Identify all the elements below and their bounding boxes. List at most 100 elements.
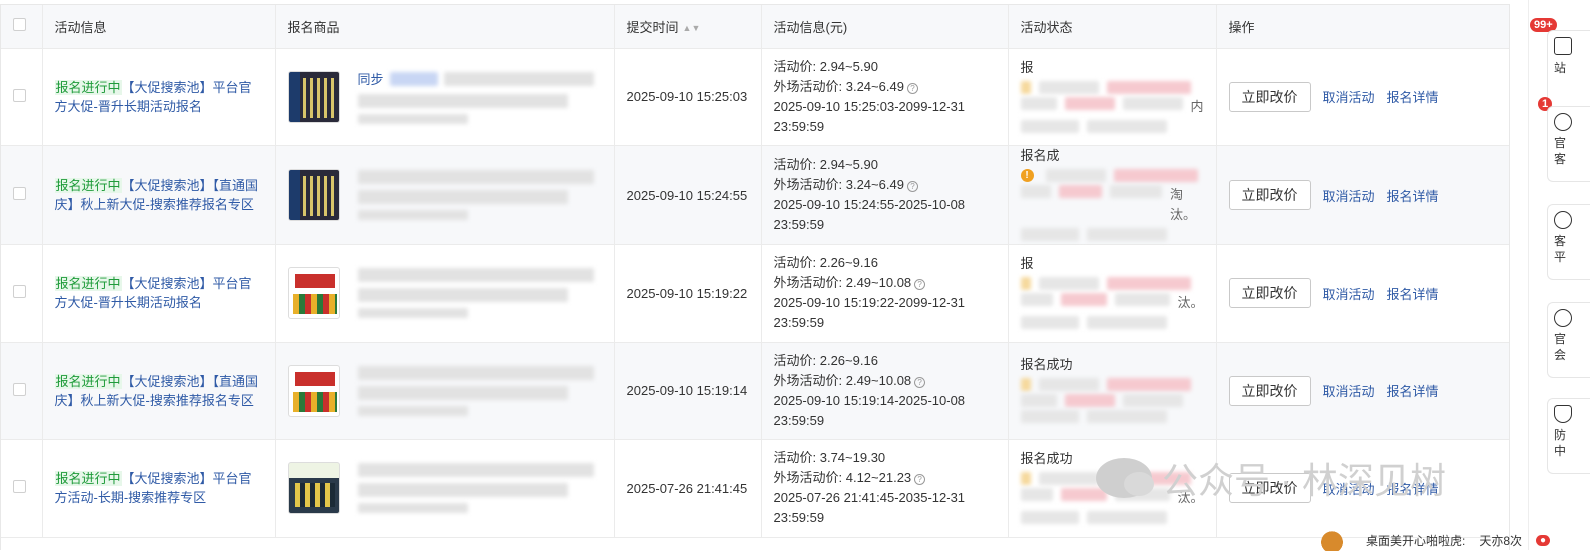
status-text: 报 — [1020, 256, 1034, 272]
row-select-cell — [1, 244, 43, 343]
help-icon[interactable]: ? — [914, 376, 926, 388]
product-thumbnail[interactable] — [287, 267, 340, 320]
help-icon[interactable]: ? — [906, 181, 918, 192]
activity-price-cell: 活动价: 2.26~9.16 外场活动价: 2.49~10.08? 2025-0… — [761, 244, 1009, 343]
cancel-activity-link[interactable]: 取消活动 — [1323, 87, 1375, 106]
select-all-checkbox[interactable] — [13, 18, 26, 32]
row-checkbox[interactable] — [13, 88, 26, 102]
submit-time-cell: 2025-07-26 21:41:45 — [614, 439, 762, 538]
submit-time: 2025-09-10 15:25:03 — [626, 89, 748, 105]
sidebar-item-5[interactable]: 防 中 — [1547, 398, 1590, 474]
activity-info[interactable]: 报名进行中【大促搜索池】平台官方大促-晋升长期活动报名 — [54, 274, 263, 312]
status-cell: 报 内 — [1008, 48, 1217, 146]
registration-details-link[interactable]: 报名详情 — [1387, 381, 1439, 400]
submit-time: 2025-09-10 15:19:22 — [626, 285, 748, 301]
activity-price: 活动价: 2.26~9.16 — [773, 352, 878, 368]
product-thumbnail[interactable] — [287, 70, 340, 123]
product-cell — [275, 342, 615, 440]
activity-price: 活动价: 2.26~9.16 — [773, 255, 878, 271]
product-cell: 同步 — [275, 48, 615, 146]
help-icon[interactable]: ? — [914, 279, 926, 291]
activity-period: 2025-07-26 21:41:45-2035-12-31 23:59:59 — [773, 490, 966, 526]
activity-info[interactable]: 报名进行中【大促搜索池】平台官方大促-晋升长期活动报名 — [54, 78, 263, 116]
cancel-activity-link[interactable]: 取消活动 — [1323, 284, 1375, 303]
chat-icon — [1554, 211, 1572, 229]
activity-price-cell: 活动价: 2.94~5.90 外场活动价: 3.24~6.49? 2025-09… — [761, 145, 1009, 245]
robot-icon — [1554, 113, 1572, 131]
bottom-strip-pill-icon[interactable]: ● — [1536, 534, 1551, 546]
status-cell: 报名成 ! 淘汰。 — [1008, 145, 1217, 245]
row-checkbox[interactable] — [13, 480, 26, 494]
actions-cell: 立即改价 取消活动 报名详情 — [1216, 145, 1509, 245]
submit-time-cell: 2025-09-10 15:25:03 — [614, 48, 762, 146]
product-cell — [275, 145, 615, 245]
bottom-strip-text: 桌面美开心啪啦虎: — [1366, 533, 1466, 548]
sidebar-item-3[interactable]: 客 平 — [1547, 204, 1590, 280]
change-price-button[interactable]: 立即改价 — [1228, 375, 1311, 406]
submit-time-cell: 2025-09-10 15:19:14 — [614, 342, 762, 440]
status-text: 报 — [1020, 59, 1034, 75]
header-submit-time[interactable]: 提交时间 ▲▼ — [614, 5, 762, 49]
activity-info-cell: 报名进行中【大促搜索池】【直通国庆】秋上新大促-搜索推荐报名专区 — [42, 145, 276, 245]
status-tag: 报名进行中 — [54, 471, 122, 487]
sidebar-item-4-label: 官 会 — [1554, 332, 1567, 362]
activity-price-cell: 活动价: 3.74~19.30 外场活动价: 4.12~21.23? 2025-… — [761, 439, 1009, 538]
product-thumbnail[interactable] — [287, 462, 340, 515]
product-thumbnail[interactable] — [287, 169, 340, 221]
row-checkbox[interactable] — [13, 285, 26, 299]
header-product: 报名商品 — [275, 5, 615, 49]
activity-price-cell: 活动价: 2.26~9.16 外场活动价: 2.49~10.08? 2025-0… — [761, 342, 1009, 440]
sidebar-item-2-label: 官 客 — [1554, 136, 1567, 166]
header-activity-price: 活动信息(元) — [761, 5, 1009, 49]
product-info-redacted — [357, 365, 594, 416]
sidebar-item-2[interactable]: 官 客 — [1547, 106, 1590, 182]
activity-period: 2025-09-10 15:19:14-2025-10-08 23:59:59 — [773, 392, 966, 428]
activity-info[interactable]: 报名进行中【大促搜索池】平台官方活动-长期-搜索推荐专区 — [54, 469, 263, 507]
watermark-text: 公众号 · 林深见树 — [1162, 460, 1446, 501]
change-price-button[interactable]: 立即改价 — [1228, 278, 1311, 309]
activity-period: 2025-09-10 15:24:55-2025-10-08 23:59:59 — [773, 197, 966, 232]
actions-cell: 立即改价 取消活动 报名详情 — [1216, 244, 1509, 343]
row-select-cell — [1, 48, 43, 146]
warning-icon: ! — [1020, 169, 1034, 182]
help-icon[interactable]: ? — [914, 474, 926, 486]
change-price-button[interactable]: 立即改价 — [1228, 81, 1311, 112]
status-tag: 报名进行中 — [54, 79, 122, 95]
bottom-floating-strip: 桌面美开心啪啦虎: 天亦8次 ● — [1312, 529, 1590, 551]
activity-price: 活动价: 3.74~19.30 — [773, 450, 886, 466]
cancel-activity-link[interactable]: 取消活动 — [1323, 186, 1375, 205]
status-text: 报名成 — [1020, 148, 1060, 163]
activity-info-cell: 报名进行中【大促搜索池】【直通国庆】秋上新大促-搜索推荐报名专区 — [42, 342, 276, 440]
registration-details-link[interactable]: 报名详情 — [1387, 87, 1439, 106]
row-checkbox[interactable] — [13, 187, 26, 200]
activity-info[interactable]: 报名进行中【大促搜索池】【直通国庆】秋上新大促-搜索推荐报名专区 — [54, 372, 263, 410]
table-row: 报名进行中【大促搜索池】【直通国庆】秋上新大促-搜索推荐报名专区 2025-09… — [1, 145, 1509, 245]
shield-icon — [1554, 405, 1572, 423]
outside-activity-price: 外场活动价: 4.12~21.23 — [773, 470, 912, 486]
header-activity-info: 活动信息 — [42, 5, 276, 49]
wechat-icon — [1096, 458, 1154, 498]
row-select-cell — [1, 342, 43, 440]
submit-time-cell: 2025-09-10 15:24:55 — [614, 145, 762, 245]
row-checkbox[interactable] — [13, 382, 26, 396]
help-icon[interactable]: ? — [906, 82, 918, 94]
product-title[interactable]: 同步 — [358, 69, 384, 88]
tiger-mascot-icon — [1312, 529, 1352, 551]
sidebar-item-4[interactable]: 官 会 — [1547, 302, 1590, 378]
status-cell: 报 汰。 — [1008, 244, 1217, 343]
table-row: 报名进行中【大促搜索池】平台官方大促-晋升长期活动报名 同步 2025-09-1… — [1, 48, 1509, 146]
outside-activity-price: 外场活动价: 3.24~6.49 — [773, 177, 904, 192]
select-all-cell — [1, 5, 43, 49]
cancel-activity-link[interactable]: 取消活动 — [1323, 381, 1375, 400]
activity-info[interactable]: 报名进行中【大促搜索池】【直通国庆】秋上新大促-搜索推荐报名专区 — [54, 176, 263, 214]
product-thumbnail[interactable] — [287, 364, 340, 417]
status-tail: 淘汰。 — [1169, 187, 1196, 222]
registration-details-link[interactable]: 报名详情 — [1387, 284, 1439, 303]
registration-details-link[interactable]: 报名详情 — [1387, 186, 1439, 205]
submit-time: 2025-09-10 15:24:55 — [626, 187, 748, 203]
sort-icon[interactable]: ▲▼ — [683, 23, 701, 33]
outside-activity-price: 外场活动价: 2.49~10.08 — [773, 372, 912, 388]
status-tail: 内 — [1190, 98, 1204, 114]
change-price-button[interactable]: 立即改价 — [1228, 180, 1311, 210]
sidebar-item-1[interactable]: 站 — [1547, 30, 1590, 108]
